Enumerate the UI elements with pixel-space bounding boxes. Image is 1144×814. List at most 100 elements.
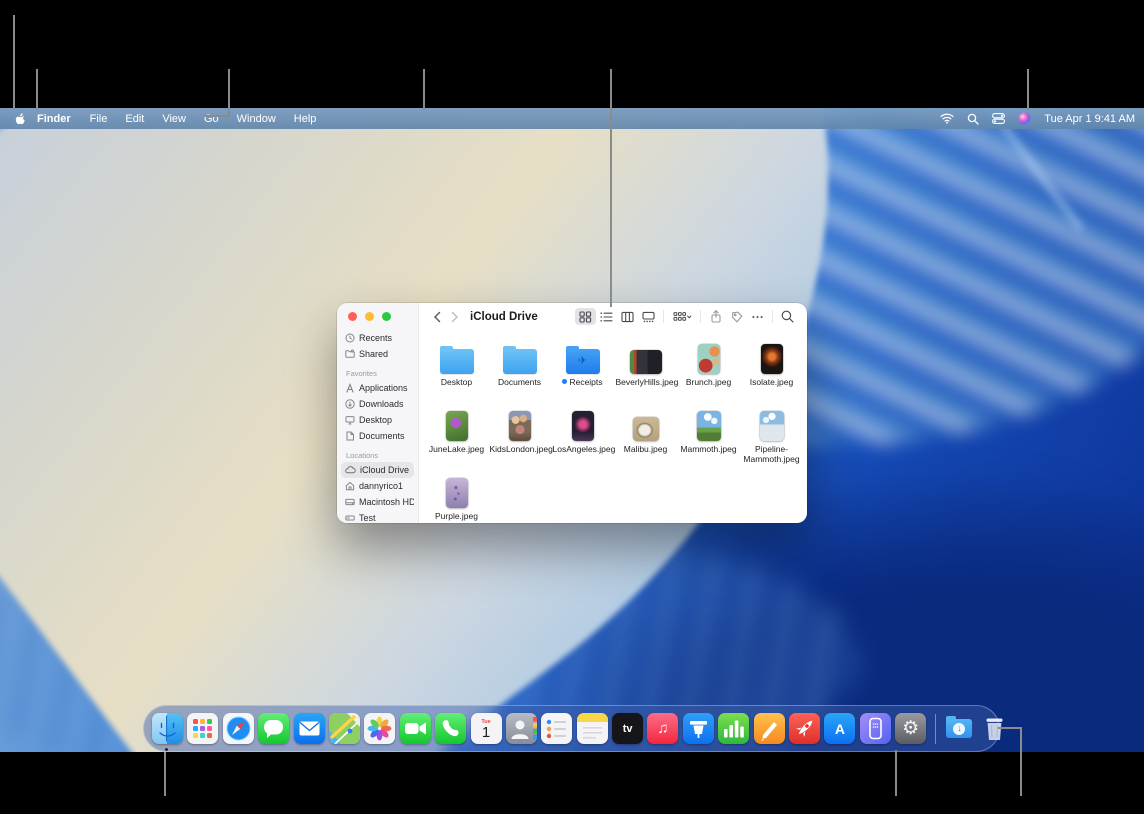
sidebar-section-locations: Locations (346, 451, 418, 460)
close-button[interactable] (348, 312, 357, 321)
internal-drive-icon (345, 497, 355, 507)
dock-phone-icon[interactable] (435, 713, 466, 744)
sidebar-item-applications[interactable]: Applications (341, 380, 414, 396)
file-desktop[interactable]: Desktop (425, 334, 488, 401)
dock-numbers-icon[interactable] (718, 713, 749, 744)
dock-launchpad-icon[interactable] (187, 713, 218, 744)
gallery-view-button[interactable] (638, 308, 659, 325)
dock-keynote-icon[interactable] (683, 713, 714, 744)
file-malibu[interactable]: Malibu.jpeg (614, 401, 677, 468)
wifi-icon[interactable] (940, 113, 954, 124)
dock-rocket-icon[interactable] (789, 713, 820, 744)
dock-safari-icon[interactable] (223, 713, 254, 744)
menu-finder[interactable]: Finder (29, 113, 81, 125)
file-isolate[interactable]: Isolate.jpeg (740, 334, 803, 401)
photo-thumbnail (697, 411, 721, 441)
sidebar-item-recents[interactable]: Recents (341, 330, 414, 346)
ellipsis-icon (751, 311, 764, 323)
sidebar-item-desktop[interactable]: Desktop (341, 412, 414, 428)
sidebar-item-macintosh-hd[interactable]: Macintosh HD (341, 494, 414, 510)
sidebar-item-shared[interactable]: Shared (341, 346, 414, 362)
menu-help[interactable]: Help (285, 113, 326, 125)
callout-line-app-menu (36, 69, 38, 110)
apple-logo-icon (13, 112, 25, 126)
menu-bar-status: Tue Apr 1 9:41 AM (940, 112, 1135, 125)
siri-icon[interactable] (1018, 112, 1031, 125)
column-view-button[interactable] (617, 308, 638, 325)
sidebar-item-downloads[interactable]: Downloads (341, 396, 414, 412)
sidebar-item-documents[interactable]: Documents (341, 428, 414, 444)
callout-line-help-menu-connector (204, 115, 230, 117)
menu-edit[interactable]: Edit (116, 113, 153, 125)
share-button[interactable] (705, 308, 726, 325)
callout-line-status-menus (1027, 69, 1029, 110)
file-brunch[interactable]: Brunch.jpeg (677, 334, 740, 401)
menu-window[interactable]: Window (228, 113, 285, 125)
dock-finder-icon[interactable] (152, 713, 183, 744)
dock-downloads-icon[interactable]: ↓ (944, 713, 975, 744)
sidebar-item-test[interactable]: Test (341, 510, 414, 523)
dock-mail-icon[interactable] (294, 713, 325, 744)
more-button[interactable] (747, 308, 768, 325)
folder-icon (440, 349, 474, 374)
menu-bar-clock[interactable]: Tue Apr 1 9:41 AM (1044, 113, 1135, 125)
dock-messages-icon[interactable] (258, 713, 289, 744)
file-losangeles[interactable]: LosAngeles.jpeg (551, 401, 614, 468)
zoom-button[interactable] (382, 312, 391, 321)
dock-facetime-icon[interactable] (400, 713, 431, 744)
file-documents[interactable]: Documents (488, 334, 551, 401)
back-button[interactable] (428, 311, 446, 323)
dock-divider (935, 714, 936, 744)
file-receipts[interactable]: ✈ Receipts (551, 334, 614, 401)
file-junelake[interactable]: JuneLake.jpeg (425, 401, 488, 468)
finder-main: iCloud Drive (419, 303, 807, 523)
dock-pages-icon[interactable] (754, 713, 785, 744)
toolbar-separator (700, 310, 701, 323)
file-beverlyhills[interactable]: BeverlyHills.jpeg (614, 334, 677, 401)
file-mammoth[interactable]: Mammoth.jpeg (677, 401, 740, 468)
file-purple[interactable]: Purple.jpeg (425, 468, 488, 523)
search-button[interactable] (777, 308, 798, 325)
dock-iphone-mirroring-icon[interactable] (860, 713, 891, 744)
dock-notes-icon[interactable] (577, 713, 608, 744)
finder-window: Recents Shared Favorites Applications Do… (337, 303, 807, 523)
sidebar-item-dannyrico1[interactable]: dannyrico1 (341, 478, 414, 494)
file-pipeline-mammoth[interactable]: Pipeline-Mammoth.jpeg (740, 401, 803, 468)
appstore-logo: A (835, 721, 845, 737)
spotlight-search-icon[interactable] (967, 113, 979, 125)
photo-thumbnail (761, 344, 783, 374)
dock-system-settings-icon[interactable]: ⚙ (895, 713, 926, 744)
desktop-display-icon (345, 415, 355, 425)
control-center-icon[interactable] (992, 113, 1005, 124)
tags-button[interactable] (726, 308, 747, 325)
sidebar-item-icloud-drive[interactable]: iCloud Drive (341, 462, 414, 478)
dock-appstore-icon[interactable]: A (824, 713, 855, 744)
annotated-macos-screenshot: Finder File Edit View Go Window Help (0, 0, 1144, 814)
forward-button[interactable] (446, 311, 464, 323)
folder-icon (503, 349, 537, 374)
dock-calendar-icon[interactable]: Tue 1 (471, 713, 502, 744)
search-icon (781, 310, 794, 323)
dock-music-icon[interactable]: ♫ (647, 713, 678, 744)
dock-reminders-icon[interactable] (541, 713, 572, 744)
photo-thumbnail (760, 411, 784, 441)
file-kidslondon[interactable]: KidsLondon.jpeg (488, 401, 551, 468)
list-view-button[interactable] (596, 308, 617, 325)
dock-maps-icon[interactable] (329, 713, 360, 744)
menu-view[interactable]: View (153, 113, 195, 125)
dock-photos-icon[interactable] (364, 713, 395, 744)
chevron-right-icon (451, 311, 459, 323)
sidebar-section-favorites: Favorites (346, 369, 418, 378)
minimize-button[interactable] (365, 312, 374, 321)
dock-contacts-icon[interactable] (506, 713, 537, 744)
menu-bar: Finder File Edit View Go Window Help (0, 108, 1144, 129)
dock-tv-icon[interactable]: tv (612, 713, 643, 744)
file-grid: Desktop Documents ✈ Receipts BeverlyHill… (419, 330, 807, 523)
apple-menu[interactable] (9, 112, 29, 126)
group-button[interactable] (668, 308, 696, 325)
menu-bar-menus: Finder File Edit View Go Window Help (9, 112, 325, 126)
icon-view-button[interactable] (575, 308, 596, 325)
callout-line-apple-menu (13, 15, 15, 110)
toolbar-separator (663, 310, 664, 323)
menu-file[interactable]: File (81, 113, 117, 125)
